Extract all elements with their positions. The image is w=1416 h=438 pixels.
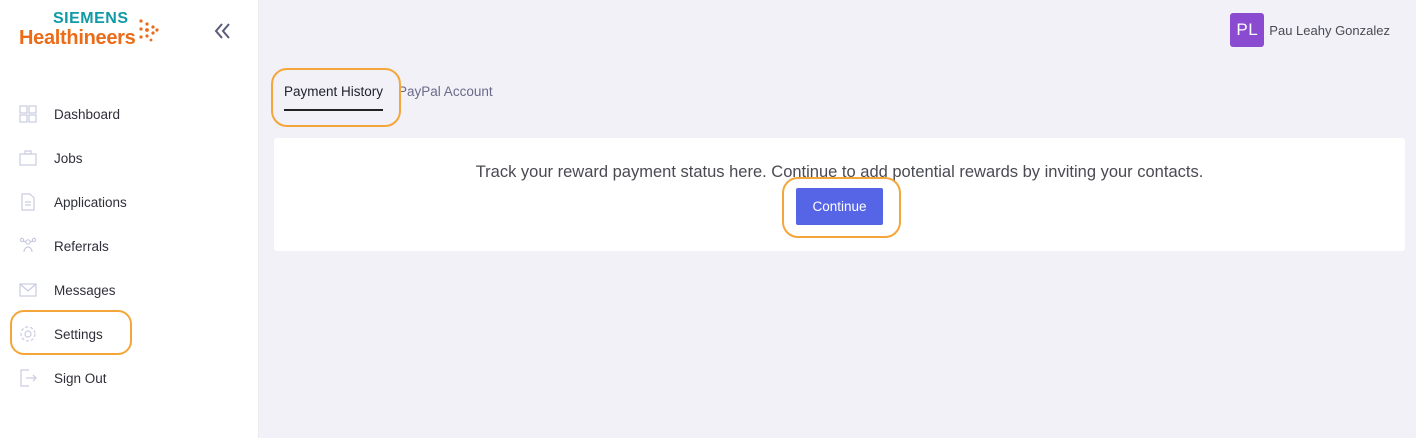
referral-network-icon bbox=[19, 237, 37, 255]
continue-button[interactable]: Continue bbox=[796, 188, 883, 225]
logo-dots-icon bbox=[139, 19, 159, 42]
sidebar-item-label: Dashboard bbox=[54, 106, 121, 122]
sign-out-icon bbox=[19, 369, 37, 387]
sidebar-item-label: Applications bbox=[54, 194, 127, 210]
main-content: PL Pau Leahy Gonzalez Payment History Pa… bbox=[259, 0, 1416, 438]
sidebar-item-referrals[interactable]: Referrals bbox=[0, 224, 259, 268]
tab-payment-history[interactable]: Payment History bbox=[284, 80, 384, 111]
payment-status-card: Track your reward payment status here. C… bbox=[274, 138, 1405, 251]
sidebar-item-settings[interactable]: Settings bbox=[0, 312, 259, 356]
sidebar-nav: Dashboard Jobs Applications Referrals Me… bbox=[0, 92, 259, 400]
sidebar: SIEMENS Healthineers Dashboard Jobs Appl… bbox=[0, 0, 259, 438]
document-icon bbox=[19, 193, 37, 211]
sidebar-item-label: Settings bbox=[54, 326, 103, 342]
siemens-healthineers-logo[interactable]: SIEMENS Healthineers bbox=[19, 10, 159, 49]
user-name: Pau Leahy Gonzalez bbox=[1269, 22, 1390, 38]
gear-icon bbox=[19, 325, 37, 343]
envelope-icon bbox=[19, 281, 37, 299]
sidebar-item-label: Jobs bbox=[54, 150, 83, 166]
tab-paypal-account[interactable]: PayPal Account bbox=[398, 80, 493, 109]
logo-line-1: SIEMENS bbox=[53, 10, 129, 27]
user-menu[interactable]: PL Pau Leahy Gonzalez bbox=[1230, 13, 1390, 47]
sidebar-item-label: Messages bbox=[54, 282, 116, 298]
avatar[interactable]: PL bbox=[1230, 13, 1265, 47]
sidebar-item-dashboard[interactable]: Dashboard bbox=[0, 92, 259, 136]
sidebar-item-applications[interactable]: Applications bbox=[0, 180, 259, 224]
sidebar-item-jobs[interactable]: Jobs bbox=[0, 136, 259, 180]
sidebar-item-sign-out[interactable]: Sign Out bbox=[0, 356, 259, 400]
sidebar-item-label: Sign Out bbox=[54, 370, 107, 386]
card-message: Track your reward payment status here. C… bbox=[475, 163, 1204, 181]
tab-bar: Payment History PayPal Account bbox=[284, 80, 508, 111]
double-chevron-left-icon[interactable] bbox=[212, 20, 234, 42]
dashboard-grid-icon bbox=[19, 105, 37, 123]
sidebar-item-messages[interactable]: Messages bbox=[0, 268, 259, 312]
briefcase-icon bbox=[19, 149, 37, 167]
sidebar-item-label: Referrals bbox=[54, 238, 109, 254]
logo-line-2: Healthineers bbox=[19, 27, 136, 49]
